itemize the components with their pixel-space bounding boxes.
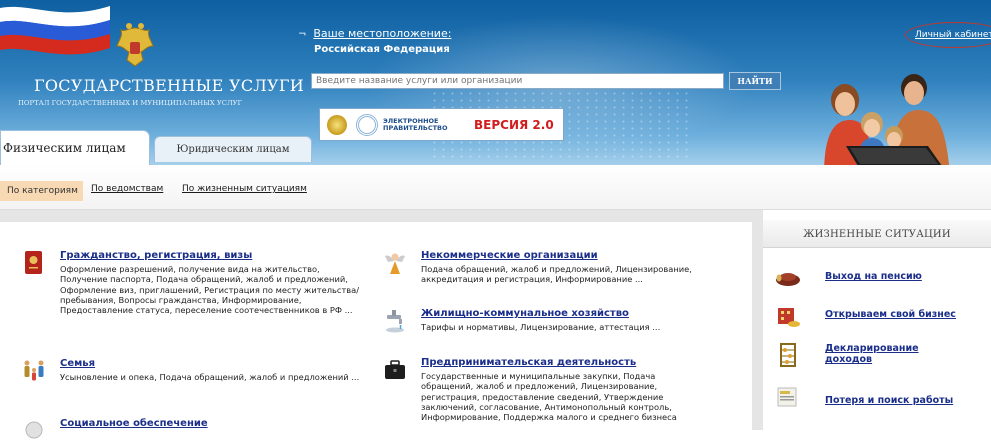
service-item[interactable]: Гражданство, регистрация, визы Оформлени…: [22, 250, 362, 360]
newspaper-icon: [777, 387, 797, 407]
content-area: Гражданство, регистрация, визы Оформлени…: [0, 210, 991, 439]
life-situations-heading: ЖИЗНЕННЫЕ СИТУАЦИИ: [763, 220, 991, 248]
family-photo: [824, 74, 952, 175]
service-item[interactable]: Семья Усыновление и опека, Подача обраще…: [22, 358, 362, 398]
armchair-icon: [776, 273, 800, 286]
briefcase-icon: [385, 360, 405, 379]
life-situation-label[interactable]: Потеря и поиск работы: [825, 395, 953, 406]
russian-flag-icon: [0, 6, 110, 55]
seal-icon: [327, 115, 347, 135]
personal-account-link[interactable]: Личный кабинет: [915, 30, 991, 40]
building-icon: [778, 308, 800, 327]
site-title: ГОСУДАРСТВЕННЫЕ УСЛУГИ: [34, 76, 305, 95]
angel-icon: [385, 253, 405, 274]
e-government-banner[interactable]: ЭЛЕКТРОННОЕ ПРАВИТЕЛЬСТВО ВЕРСИЯ 2.0: [319, 108, 564, 141]
social-security-icon: [25, 421, 43, 439]
abacus-icon: [780, 343, 796, 367]
tab-individuals[interactable]: Физическим лицам: [0, 130, 150, 165]
site-subtitle: ПОРТАЛ ГОСУДАРСТВЕННЫХ И МУНИЦИПАЛЬНЫХ У…: [18, 99, 243, 107]
service-item[interactable]: Предпринимательская деятельность Государ…: [383, 357, 728, 437]
location-value: Российская Федерация: [314, 44, 450, 55]
services-panel: Гражданство, регистрация, визы Оформлени…: [0, 222, 752, 439]
banner-text: ЭЛЕКТРОННОЕ ПРАВИТЕЛЬСТВО: [383, 118, 448, 132]
service-title[interactable]: Семья: [60, 358, 95, 369]
service-item[interactable]: Некоммерческие организации Подача обраще…: [383, 250, 728, 300]
subnav-by-category[interactable]: По категориям: [0, 181, 83, 201]
subnav-by-life-situation[interactable]: По жизненным ситуациям: [182, 184, 307, 194]
service-title[interactable]: Предпринимательская деятельность: [421, 357, 636, 368]
search-button[interactable]: НАЙТИ: [729, 72, 781, 90]
service-title[interactable]: Некоммерческие организации: [421, 250, 598, 261]
service-title[interactable]: Гражданство, регистрация, визы: [60, 250, 252, 261]
banner-version: ВЕРСИЯ 2.0: [474, 118, 554, 132]
service-description: Государственные и муниципальные закупки,…: [421, 371, 677, 423]
service-description: Усыновление и опека, Подача обращений, ж…: [60, 372, 360, 382]
location-label[interactable]: ¬ Ваше местоположение:: [298, 27, 451, 40]
service-description: Оформление разрешений, получение вида на…: [60, 264, 360, 316]
faucet-icon: [386, 310, 404, 333]
subnav-by-department[interactable]: По ведомствам: [91, 184, 163, 194]
life-situations-panel: ЖИЗНЕННЫЕ СИТУАЦИИ Выход на пенсию Откры…: [763, 210, 991, 430]
site-header: ГОСУДАРСТВЕННЫЕ УСЛУГИ ПОРТАЛ ГОСУДАРСТВ…: [0, 0, 991, 175]
ring-icon: [356, 114, 378, 136]
service-title[interactable]: Социальное обеспечение: [60, 418, 208, 429]
search-input[interactable]: [311, 73, 724, 89]
location-label-text: Ваше местоположение:: [313, 27, 452, 40]
passport-icon: [25, 251, 42, 274]
service-description: Тарифы и нормативы, Лицензирование, атте…: [421, 322, 661, 332]
life-situation-label[interactable]: Открываем свой бизнес: [825, 309, 956, 320]
life-situation-label[interactable]: Декларирование доходов: [825, 343, 945, 365]
arrow-icon: ¬: [298, 29, 307, 40]
service-item[interactable]: Социальное обеспечение: [22, 418, 362, 439]
coat-of-arms-icon: [116, 23, 154, 67]
service-description: Подача обращений, жалоб и предложений, Л…: [421, 264, 692, 285]
tab-legal-entities[interactable]: Юридическим лицам: [154, 136, 312, 162]
banner-line-2: ПРАВИТЕЛЬСТВО: [383, 124, 448, 132]
life-situation-label[interactable]: Выход на пенсию: [825, 271, 922, 282]
service-title[interactable]: Жилищно-коммунальное хозяйство: [421, 308, 629, 319]
sub-navigation: По категориям По ведомствам По жизненным…: [0, 165, 991, 210]
family-icon: [24, 360, 44, 381]
service-item[interactable]: Жилищно-коммунальное хозяйство Тарифы и …: [383, 308, 728, 338]
